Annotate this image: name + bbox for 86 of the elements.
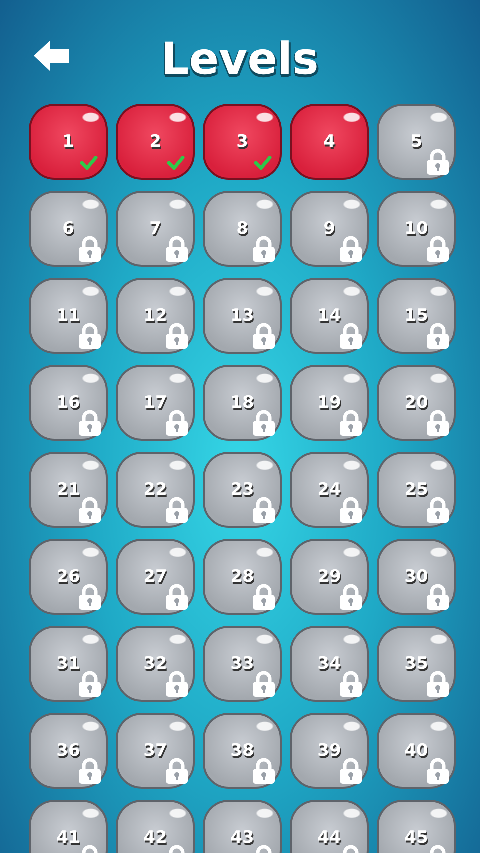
lock-icon bbox=[253, 671, 275, 697]
screen-title: Levels bbox=[161, 34, 319, 84]
lock-icon bbox=[253, 236, 275, 262]
level-button[interactable]: 27 bbox=[116, 539, 195, 615]
level-button[interactable]: 25 bbox=[377, 452, 456, 528]
level-button[interactable]: 13 bbox=[203, 278, 282, 354]
level-button[interactable]: 15 bbox=[377, 278, 456, 354]
lock-icon bbox=[79, 497, 101, 523]
level-button[interactable]: 40 bbox=[377, 713, 456, 789]
lock-icon bbox=[166, 497, 188, 523]
lock-icon bbox=[427, 323, 449, 349]
level-button[interactable]: 43 bbox=[203, 800, 282, 853]
lock-icon bbox=[427, 584, 449, 610]
lock-icon bbox=[427, 758, 449, 784]
lock-icon bbox=[253, 584, 275, 610]
level-button[interactable]: 41 bbox=[29, 800, 108, 853]
lock-icon bbox=[340, 323, 362, 349]
level-button[interactable]: 28 bbox=[203, 539, 282, 615]
level-button[interactable]: 21 bbox=[29, 452, 108, 528]
lock-icon bbox=[340, 497, 362, 523]
level-button[interactable]: 37 bbox=[116, 713, 195, 789]
level-button[interactable]: 31 bbox=[29, 626, 108, 702]
level-button[interactable]: 42 bbox=[116, 800, 195, 853]
level-button[interactable]: 16 bbox=[29, 365, 108, 441]
lock-icon bbox=[79, 758, 101, 784]
level-button[interactable]: 10 bbox=[377, 191, 456, 267]
lock-icon bbox=[79, 671, 101, 697]
lock-icon bbox=[340, 671, 362, 697]
level-button[interactable]: 24 bbox=[290, 452, 369, 528]
level-button[interactable]: 5 bbox=[377, 104, 456, 180]
level-button[interactable]: 2 bbox=[116, 104, 195, 180]
checkmark-icon bbox=[254, 156, 272, 170]
lock-icon bbox=[166, 584, 188, 610]
lock-icon bbox=[166, 671, 188, 697]
level-button[interactable]: 29 bbox=[290, 539, 369, 615]
lock-icon bbox=[340, 410, 362, 436]
level-button[interactable]: 38 bbox=[203, 713, 282, 789]
lock-icon bbox=[340, 584, 362, 610]
lock-icon bbox=[253, 323, 275, 349]
level-button[interactable]: 18 bbox=[203, 365, 282, 441]
level-button[interactable]: 6 bbox=[29, 191, 108, 267]
level-button[interactable]: 26 bbox=[29, 539, 108, 615]
level-button[interactable]: 7 bbox=[116, 191, 195, 267]
level-button[interactable]: 35 bbox=[377, 626, 456, 702]
lock-icon bbox=[340, 236, 362, 262]
lock-icon bbox=[79, 410, 101, 436]
level-button[interactable]: 23 bbox=[203, 452, 282, 528]
lock-icon bbox=[427, 149, 449, 175]
level-button[interactable]: 8 bbox=[203, 191, 282, 267]
lock-icon bbox=[427, 410, 449, 436]
level-button[interactable]: 45 bbox=[377, 800, 456, 853]
back-arrow-icon[interactable] bbox=[34, 41, 70, 71]
level-button[interactable]: 39 bbox=[290, 713, 369, 789]
lock-icon bbox=[253, 497, 275, 523]
lock-icon bbox=[427, 236, 449, 262]
checkmark-icon bbox=[167, 156, 185, 170]
lock-icon bbox=[79, 584, 101, 610]
level-button[interactable]: 14 bbox=[290, 278, 369, 354]
level-button[interactable]: 4 bbox=[290, 104, 369, 180]
level-button[interactable]: 44 bbox=[290, 800, 369, 853]
level-button[interactable]: 33 bbox=[203, 626, 282, 702]
level-button[interactable]: 34 bbox=[290, 626, 369, 702]
level-button[interactable]: 32 bbox=[116, 626, 195, 702]
lock-icon bbox=[166, 323, 188, 349]
level-button[interactable]: 20 bbox=[377, 365, 456, 441]
level-button[interactable]: 22 bbox=[116, 452, 195, 528]
level-button[interactable]: 9 bbox=[290, 191, 369, 267]
lock-icon bbox=[166, 410, 188, 436]
level-button[interactable]: 36 bbox=[29, 713, 108, 789]
lock-icon bbox=[79, 323, 101, 349]
level-button[interactable]: 30 bbox=[377, 539, 456, 615]
lock-icon bbox=[253, 758, 275, 784]
lock-icon bbox=[166, 236, 188, 262]
level-button[interactable]: 1 bbox=[29, 104, 108, 180]
lock-icon bbox=[427, 671, 449, 697]
lock-icon bbox=[166, 758, 188, 784]
level-button[interactable]: 11 bbox=[29, 278, 108, 354]
lock-icon bbox=[79, 236, 101, 262]
level-button[interactable]: 17 bbox=[116, 365, 195, 441]
level-button[interactable]: 12 bbox=[116, 278, 195, 354]
lock-icon bbox=[340, 758, 362, 784]
checkmark-icon bbox=[80, 156, 98, 170]
lock-icon bbox=[427, 497, 449, 523]
level-button[interactable]: 19 bbox=[290, 365, 369, 441]
lock-icon bbox=[253, 410, 275, 436]
level-button[interactable]: 3 bbox=[203, 104, 282, 180]
